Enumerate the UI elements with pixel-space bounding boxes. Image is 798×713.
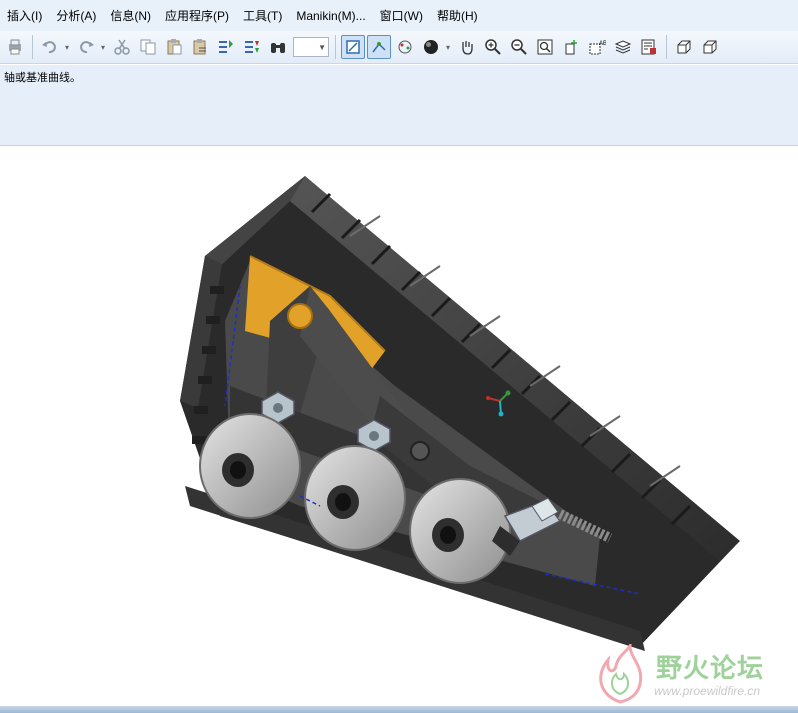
point-display-icon[interactable] [393, 35, 417, 59]
find-icon[interactable] [266, 35, 290, 59]
menu-applications[interactable]: 应用程序(P) [158, 7, 236, 24]
redo-icon[interactable] [74, 35, 98, 59]
menu-analysis[interactable]: 分析(A) [49, 7, 103, 24]
toolbar-separator [666, 35, 667, 59]
pan-hand-icon[interactable] [455, 35, 479, 59]
copy-icon[interactable] [136, 35, 160, 59]
menu-window[interactable]: 窗口(W) [373, 7, 430, 24]
datum-plane-display-icon[interactable] [341, 35, 365, 59]
menu-help[interactable]: 帮助(H) [430, 7, 485, 24]
menu-tools[interactable]: 工具(T) [236, 7, 289, 24]
shading-dropdown-icon[interactable]: ▾ [444, 43, 452, 52]
zoom-in-icon[interactable] [481, 35, 505, 59]
zoom-out-icon[interactable] [507, 35, 531, 59]
paste-special-icon[interactable] [188, 35, 212, 59]
message-area: 轴或基准曲线。 [0, 65, 798, 146]
print-icon[interactable] [3, 35, 27, 59]
shading-icon[interactable] [419, 35, 443, 59]
redo-dropdown-icon[interactable]: ▾ [99, 43, 107, 52]
toolbar: ▾ ▾ ▼ ▾ AB [0, 31, 798, 64]
taskbar [0, 706, 798, 713]
menu-manikin[interactable]: Manikin(M)... [289, 9, 372, 23]
svg-text:AB: AB [599, 41, 606, 47]
flame-logo-icon [599, 644, 643, 704]
menu-insert[interactable]: 插入(I) [0, 7, 49, 24]
road-wheel [409, 478, 511, 584]
menu-bar: 插入(I) 分析(A) 信息(N) 应用程序(P) 工具(T) Manikin(… [0, 0, 798, 32]
toolbar-separator [335, 35, 336, 59]
paste-icon[interactable] [162, 35, 186, 59]
road-wheel [199, 413, 301, 519]
datum-axis-display-icon[interactable] [367, 35, 391, 59]
status-message: 轴或基准曲线。 [4, 72, 81, 84]
hidden-line-icon[interactable] [672, 35, 696, 59]
regenerate-manager-icon[interactable] [240, 35, 264, 59]
saved-views-icon[interactable]: AB [585, 35, 609, 59]
refit-icon[interactable] [533, 35, 557, 59]
menu-info[interactable]: 信息(N) [103, 7, 158, 24]
watermark-url: www.proewildfire.cn [654, 684, 761, 698]
select-filter-combo[interactable]: ▼ [293, 37, 329, 57]
view-manager-icon[interactable] [637, 35, 661, 59]
undo-dropdown-icon[interactable]: ▾ [63, 43, 71, 52]
road-wheel [304, 445, 406, 551]
model-viewport[interactable] [0, 146, 798, 706]
layers-icon[interactable] [611, 35, 635, 59]
chevron-down-icon: ▼ [318, 42, 326, 52]
watermark-title: 野火论坛 [656, 653, 765, 683]
forum-watermark: 野火论坛 www.proewildfire.cn [590, 640, 795, 706]
undo-icon[interactable] [38, 35, 62, 59]
no-hidden-icon[interactable] [698, 35, 722, 59]
regenerate-icon[interactable] [214, 35, 238, 59]
track-assembly-model[interactable] [0, 146, 798, 706]
reorient-icon[interactable] [559, 35, 583, 59]
cut-icon[interactable] [110, 35, 134, 59]
toolbar-separator [32, 35, 33, 59]
